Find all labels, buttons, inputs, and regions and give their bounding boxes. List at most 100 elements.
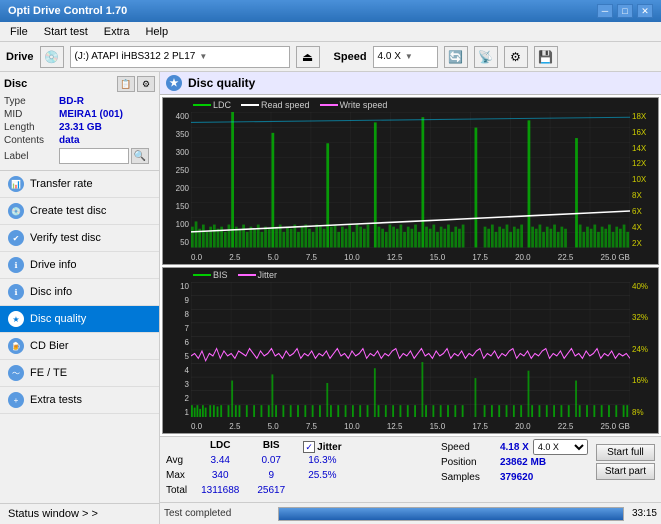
status-bar: Test completed 33:15 <box>160 502 661 524</box>
chart1-y-labels: 40035030025020015010050 <box>163 112 191 248</box>
drive-info-icon: ℹ <box>8 257 24 273</box>
extra-tests-icon: + <box>8 392 24 408</box>
legend-jitter: Jitter <box>238 270 278 280</box>
stats-bis-col: BIS 0.07 9 25617 <box>257 440 285 499</box>
progress-bar <box>278 507 624 521</box>
sidebar-item-disc-info[interactable]: ℹ Disc info <box>0 279 159 306</box>
legend-write-speed: Write speed <box>320 100 388 110</box>
sidebar-item-transfer-rate[interactable]: 📊 Transfer rate <box>0 171 159 198</box>
start-full-button[interactable]: Start full <box>596 444 655 461</box>
chart2-legend: BIS Jitter <box>193 270 277 280</box>
speed-row: Speed 4.18 X 4.0 X <box>441 440 588 454</box>
ldc-color <box>193 104 211 106</box>
menu-bar: File Start test Extra Help <box>0 22 661 42</box>
speed-label: Speed <box>334 51 367 63</box>
speed-select[interactable]: 4.0 X ▼ <box>373 46 438 68</box>
samples-label: Samples <box>441 472 496 483</box>
sidebar-item-cd-bier[interactable]: 🍺 CD Bier <box>0 333 159 360</box>
save-button[interactable]: 💾 <box>534 46 558 68</box>
disc-quality-panel-icon: ★ <box>166 75 182 91</box>
sidebar-item-verify-test-disc[interactable]: ✔ Verify test disc <box>0 225 159 252</box>
disc-icon-1[interactable]: 📋 <box>117 76 135 92</box>
disc-info-icon: ℹ <box>8 284 24 300</box>
title-bar: Opti Drive Control 1.70 ─ □ ✕ <box>0 0 661 22</box>
status-text: Test completed <box>164 508 274 519</box>
drive-select[interactable]: (J:) ATAPI iHBS312 2 PL17 ▼ <box>70 46 290 68</box>
disc-label-row: Label 🔍 <box>4 148 155 164</box>
speed-stat-select[interactable]: 4.0 X <box>533 439 588 455</box>
main-layout: Disc 📋 ⚙ Type BD-R MID MEIRA1 (001) Leng… <box>0 72 661 524</box>
legend-bis: BIS <box>193 270 228 280</box>
max-jitter: 25.5% <box>303 470 341 484</box>
drive-icon: 💿 <box>40 46 64 68</box>
menu-start-test[interactable]: Start test <box>38 25 94 39</box>
disc-icon-2[interactable]: ⚙ <box>137 76 155 92</box>
chart1-svg <box>191 112 630 248</box>
avg-jitter: 16.3% <box>303 455 341 469</box>
samples-row: Samples 379620 <box>441 470 588 484</box>
status-time: 33:15 <box>632 508 657 519</box>
maximize-button[interactable]: □ <box>617 4 633 18</box>
legend-read-speed: Read speed <box>241 100 310 110</box>
cd-bier-icon: 🍺 <box>8 338 24 354</box>
disc-label-input[interactable] <box>59 148 129 164</box>
refresh-button[interactable]: 🔄 <box>444 46 468 68</box>
menu-file[interactable]: File <box>4 25 34 39</box>
disc-panel: Disc 📋 ⚙ Type BD-R MID MEIRA1 (001) Leng… <box>0 72 159 171</box>
total-ldc: 1311688 <box>201 485 239 499</box>
chart2-y-labels-right: 40%32%24%16%8% <box>630 282 658 418</box>
disc-contents-row: Contents data <box>4 135 155 146</box>
sidebar-item-drive-info[interactable]: ℹ Drive info <box>0 252 159 279</box>
right-stats-labels: Speed 4.18 X 4.0 X Position 23862 MB Sam… <box>441 440 588 484</box>
sidebar-item-extra-tests[interactable]: + Extra tests <box>0 387 159 414</box>
speed-stat-value: 4.18 X <box>500 442 529 453</box>
read-speed-color <box>241 104 259 106</box>
fe-te-icon: 〜 <box>8 365 24 381</box>
bis-header: BIS <box>257 440 285 454</box>
disc-mid-row: MID MEIRA1 (001) <box>4 109 155 120</box>
jitter-header: Jitter <box>317 442 341 453</box>
sidebar-item-disc-quality[interactable]: ★ Disc quality <box>0 306 159 333</box>
start-part-button[interactable]: Start part <box>596 463 655 480</box>
disc-length-row: Length 23.31 GB <box>4 122 155 133</box>
speed-stat-label: Speed <box>441 442 496 453</box>
jitter-check-row: ✓ Jitter <box>303 440 341 454</box>
minimize-button[interactable]: ─ <box>597 4 613 18</box>
avg-ldc: 3.44 <box>201 455 239 469</box>
close-button[interactable]: ✕ <box>637 4 653 18</box>
settings-button[interactable]: ⚙ <box>504 46 528 68</box>
disc-label-btn[interactable]: 🔍 <box>131 148 149 164</box>
sidebar-item-create-test-disc[interactable]: 💿 Create test disc <box>0 198 159 225</box>
status-window-toggle[interactable]: Status window > > <box>0 503 159 524</box>
speed-arrow: ▼ <box>405 52 413 61</box>
bis-color <box>193 274 211 276</box>
sidebar-item-fe-te[interactable]: 〜 FE / TE <box>0 360 159 387</box>
stats-labels-col: Avg Max Total <box>166 440 187 499</box>
stats-bar: Avg Max Total LDC 3.44 340 1311688 BIS 0… <box>160 436 661 502</box>
position-label: Position <box>441 457 496 468</box>
stats-ldc-col: LDC 3.44 340 1311688 <box>201 440 239 499</box>
write-speed-color <box>320 104 338 106</box>
total-bis: 25617 <box>257 485 285 499</box>
create-test-disc-icon: 💿 <box>8 203 24 219</box>
menu-extra[interactable]: Extra <box>98 25 136 39</box>
chart1-x-labels: 0.02.55.07.510.012.515.017.520.022.525.0… <box>191 253 630 262</box>
stats-jitter-col: ✓ Jitter 16.3% 25.5% <box>303 440 341 499</box>
disc-title: Disc <box>4 78 27 90</box>
max-label: Max <box>166 470 187 484</box>
chart1-y-labels-right: 18X16X14X12X10X8X6X4X2X <box>630 112 658 248</box>
disc-header: Disc 📋 ⚙ <box>4 76 155 92</box>
scan-button[interactable]: 📡 <box>474 46 498 68</box>
disc-type-row: Type BD-R <box>4 96 155 107</box>
jitter-color <box>238 274 256 276</box>
menu-help[interactable]: Help <box>139 25 174 39</box>
jitter-checkbox[interactable]: ✓ <box>303 441 315 453</box>
charts-area: 40035030025020015010050 18X16X14X12X10X8… <box>160 95 661 436</box>
total-label: Total <box>166 485 187 499</box>
verify-test-disc-icon: ✔ <box>8 230 24 246</box>
chart2-svg <box>191 282 630 418</box>
window-controls: ─ □ ✕ <box>597 4 653 18</box>
legend-ldc: LDC <box>193 100 231 110</box>
eject-button[interactable]: ⏏ <box>296 46 320 68</box>
bis-chart: 10987654321 40%32%24%16%8% BIS Jitter <box>162 267 659 435</box>
